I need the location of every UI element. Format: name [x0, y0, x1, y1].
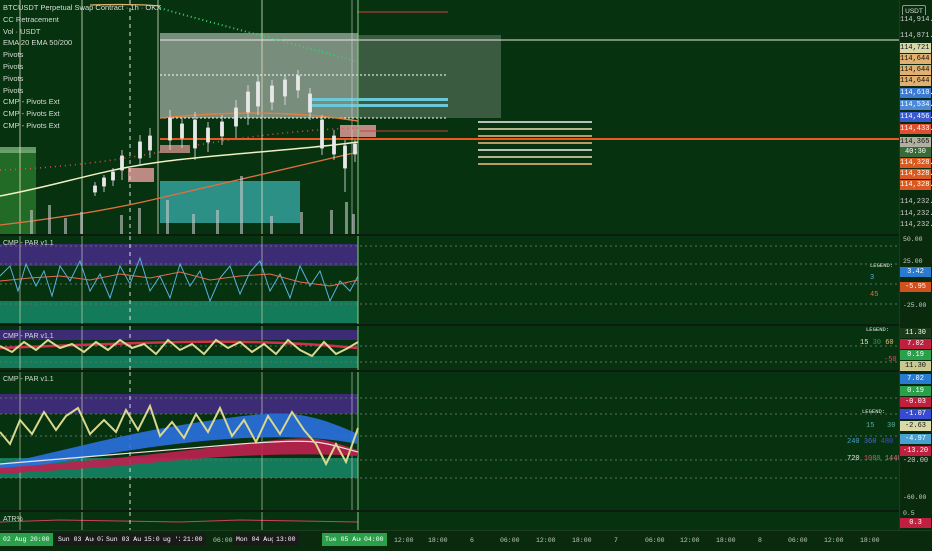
price-level-label: 114,328.0 [900, 169, 932, 179]
price-level-label: 114,644.7 [900, 65, 932, 75]
price-level-label: 114,433.9 [900, 124, 932, 134]
indicator-2-legend-label: LEGEND: [866, 326, 890, 333]
legend-item[interactable]: Pivots [3, 61, 161, 73]
indicator-1-legend-value: 3 [870, 274, 875, 282]
main-chart-pane[interactable]: BTCUSDT Perpetual Swap Contract · 1h · O… [0, 0, 899, 234]
indicator-3-value-label: 0.19 [900, 386, 931, 396]
indicator-3-value-label: 7.02 [900, 374, 931, 384]
time-axis-label: 18:00 [860, 537, 880, 544]
time-axis-date-box: 13:00 [273, 533, 299, 546]
atr-pane[interactable]: ATR% [0, 512, 899, 530]
pivot-level [310, 98, 448, 101]
time-axis-label: 06:00 [500, 537, 520, 544]
indicator-2-canvas [0, 326, 899, 370]
price-level-label: 114,365.8 [900, 137, 932, 147]
indicator-3-legend-row: 15 30 [866, 422, 896, 430]
indicator-pane-3[interactable]: CMP - PAR v1.1 LEGEND: 15 30 240 360 480… [0, 372, 899, 510]
legend-item[interactable]: Pivots [3, 85, 161, 97]
indicator-3-value-label: -20.00 [900, 456, 931, 466]
price-level-label: 114,914.4 [900, 15, 932, 25]
axis-tick: 50.00 [903, 236, 923, 243]
atr-axis-tick: 0.5 [903, 510, 915, 517]
time-axis-label: 06:00 [788, 537, 808, 544]
indicator-3-legend-row: 720 1080 1440 [847, 455, 899, 463]
indicator-3-title[interactable]: CMP - PAR v1.1 [3, 376, 54, 383]
time-axis-label: 12:00 [394, 537, 414, 544]
indicator-1-legend-label: LEGEND: [870, 262, 894, 269]
time-axis-label: 12:00 [536, 537, 556, 544]
legend-item[interactable]: CC Retracement [3, 14, 161, 26]
indicator-1-canvas [0, 236, 899, 324]
indicator-2-legend-values: 15 30 60 [860, 339, 894, 347]
time-axis-label: 18:00 [716, 537, 736, 544]
price-level-label: 114,871.6 [900, 31, 932, 41]
price-level-label: 114,721.3 [900, 43, 932, 53]
chart-legend: BTCUSDT Perpetual Swap Contract · 1h · O… [3, 2, 161, 132]
indicator-pane-2[interactable]: CMP - PAR v1.1 LEGEND: 15 30 60 -50 [0, 326, 899, 370]
indicator-3-value-label: -1.07 [900, 409, 931, 419]
axis-tick: -25.00 [903, 302, 927, 309]
time-axis-date-box: 04:00 [361, 533, 387, 546]
time-axis-label: 8 [758, 537, 762, 544]
indicator-3-value-label: -13.20 [900, 446, 931, 456]
legend-item[interactable]: CMP - Pivots Ext [3, 96, 161, 108]
teal-zone [160, 181, 300, 223]
time-axis-label: 18:00 [428, 537, 448, 544]
legend-item[interactable]: CMP - Pivots Ext [3, 120, 161, 132]
indicator-1-value-label: 3.42 [900, 267, 931, 277]
price-level-label: 114,232.1 [900, 197, 932, 207]
indicator-1-title[interactable]: CMP - PAR v1.1 [3, 240, 54, 247]
indicator-2-value-label: 7.02 [900, 339, 931, 349]
legend-item[interactable]: Vol · USDT [3, 26, 161, 38]
price-level-label: 114,328.0 [900, 158, 932, 168]
time-axis-label: 06:00 [213, 537, 233, 544]
indicator-pane-1[interactable]: CMP - PAR v1.1 LEGEND: 3 45 [0, 236, 899, 324]
legend-item[interactable]: EMA 20 EMA 50/200 [3, 37, 161, 49]
indicator-2-title[interactable]: CMP - PAR v1.1 [3, 333, 54, 340]
time-axis-label: 6 [470, 537, 474, 544]
indicator-3-canvas [0, 372, 899, 510]
indicator-2-value-label: 11.30 [900, 328, 931, 338]
indicator-3-value-label: -2.63 [900, 421, 931, 431]
indicator-3-legend-label: LEGEND: [862, 408, 886, 415]
price-level-label: 40:30 [900, 147, 931, 157]
time-axis-label: 18:00 [572, 537, 592, 544]
time-axis-label: 7 [614, 537, 618, 544]
zone-edge [0, 147, 36, 153]
atr-value-label: 0.3 [900, 518, 931, 528]
axis-tick: -60.00 [903, 494, 927, 501]
indicator-1-legend-value: 45 [870, 291, 879, 299]
price-level-label: 114,232.1 [900, 209, 932, 219]
indicator-2-value-label: 11.30 [900, 361, 931, 371]
time-axis-date-box: 20:00 [27, 533, 53, 546]
legend-item[interactable]: Pivots [3, 73, 161, 85]
indicator-2-extra: -50 [884, 356, 897, 364]
legend-item[interactable]: Pivots [3, 49, 161, 61]
time-axis-label: 12:00 [824, 537, 844, 544]
indicator-3-value-label: -0.03 [900, 397, 931, 407]
axis-tick: 25.00 [903, 258, 923, 265]
time-axis-label: 06:00 [645, 537, 665, 544]
indicator-3-legend-row: 240 360 480 [847, 438, 894, 446]
indicator-1-value-label: -5.95 [900, 282, 931, 292]
time-axis-date-box: 21:00 [180, 533, 206, 546]
price-level-label: 114,534.5 [900, 100, 932, 110]
time-axis-label: 12:00 [680, 537, 700, 544]
indicator-2-value-label: 0.19 [900, 350, 931, 360]
atr-canvas [0, 512, 359, 530]
price-level-label: 114,644.7 [900, 76, 932, 86]
price-level-label: 114,610.7 [900, 88, 932, 98]
legend-item[interactable]: CMP - Pivots Ext [3, 108, 161, 120]
price-level-label: 114,232.1 [900, 220, 932, 230]
price-level-label: 114,644.7 [900, 54, 932, 64]
indicator-3-value-label: -4.97 [900, 434, 931, 444]
legend-symbol[interactable]: BTCUSDT Perpetual Swap Contract · 1h · O… [3, 2, 161, 14]
price-level-label: 114,456.4 [900, 112, 932, 122]
price-level-label: 114,328.0 [900, 180, 932, 190]
atr-title[interactable]: ATR% [3, 516, 23, 523]
